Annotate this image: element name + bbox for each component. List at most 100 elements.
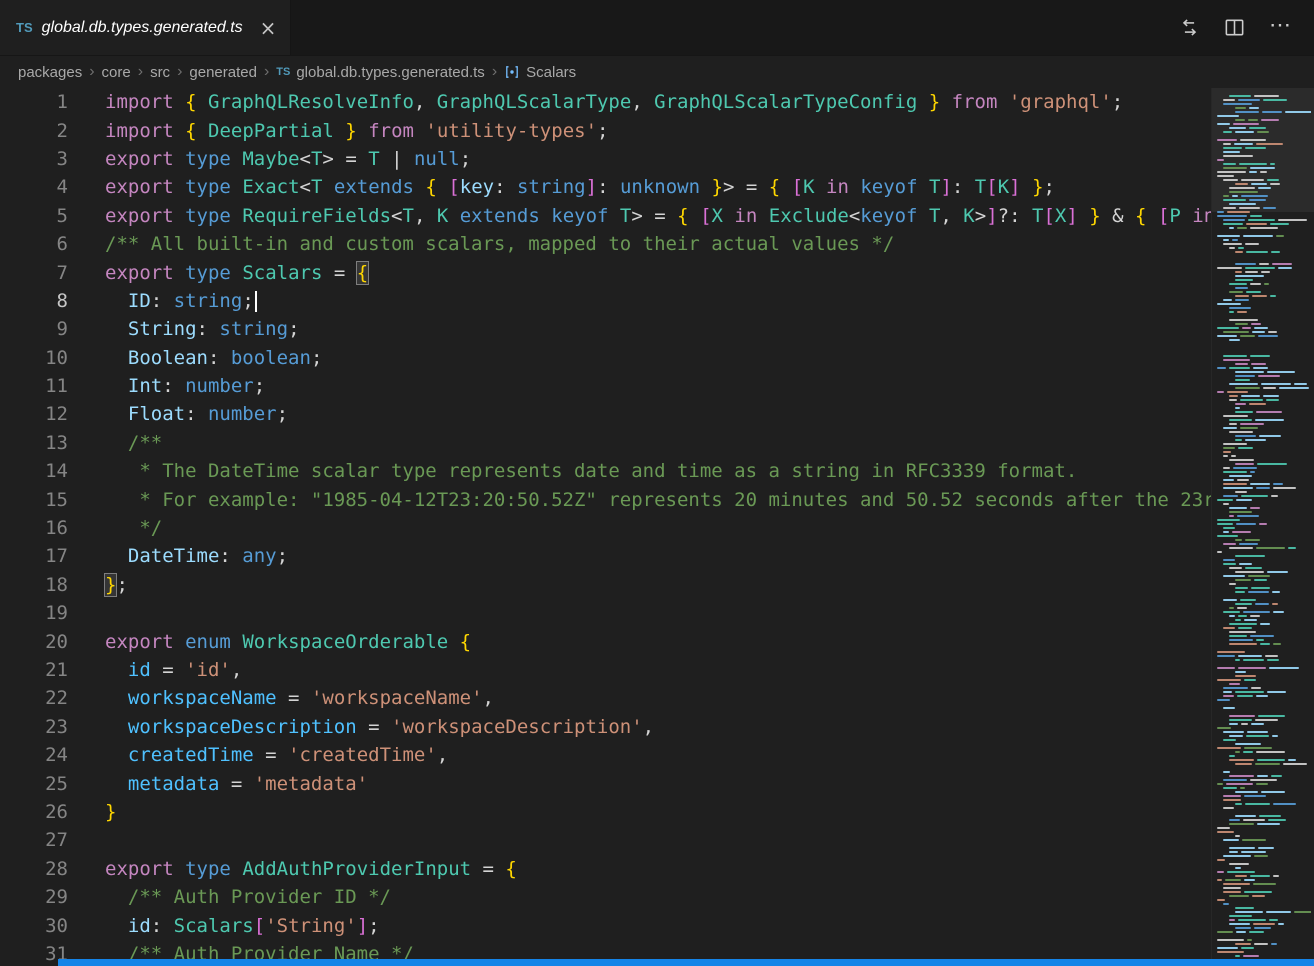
breadcrumb-file-label: global.db.types.generated.ts — [296, 64, 484, 81]
line-number[interactable]: 20 — [0, 631, 68, 653]
line-number[interactable]: 14 — [0, 460, 68, 482]
line-number[interactable]: 12 — [0, 403, 68, 425]
line-number[interactable]: 30 — [0, 915, 68, 937]
split-editor-icon[interactable] — [1224, 17, 1245, 38]
line-number[interactable]: 10 — [0, 347, 68, 369]
line-number[interactable]: 3 — [0, 148, 68, 170]
breadcrumb-symbol-label: Scalars — [526, 64, 576, 81]
tab-label: global.db.types.generated.ts — [42, 19, 243, 37]
code-text: * For example: "1985-04-12T23:20:50.52Z"… — [68, 489, 1211, 511]
breadcrumb-item-file[interactable]: TS global.db.types.generated.ts — [276, 64, 485, 81]
line-number[interactable]: 21 — [0, 659, 68, 681]
line-number[interactable]: 1 — [0, 91, 68, 113]
code-text: } — [68, 801, 116, 823]
code-line[interactable]: 6/** All built-in and custom scalars, ma… — [0, 230, 1211, 258]
code-text: metadata = 'metadata' — [68, 773, 368, 795]
code-line[interactable]: 13 /** — [0, 429, 1211, 457]
code-line[interactable]: 16 */ — [0, 514, 1211, 542]
minimap[interactable] — [1211, 88, 1314, 966]
code-line[interactable]: 25 metadata = 'metadata' — [0, 769, 1211, 797]
code-line[interactable]: 22 workspaceName = 'workspaceName', — [0, 684, 1211, 712]
line-number[interactable]: 15 — [0, 489, 68, 511]
open-changes-icon[interactable] — [1179, 17, 1200, 38]
code-line[interactable]: 30 id: Scalars['String']; — [0, 911, 1211, 939]
line-number[interactable]: 17 — [0, 545, 68, 567]
code-line[interactable]: 18}; — [0, 571, 1211, 599]
breadcrumb-item-src[interactable]: src — [150, 64, 170, 81]
breadcrumb-item-symbol-scalars[interactable]: Scalars — [504, 64, 576, 81]
code-text: Float: number; — [68, 403, 288, 425]
tab-global-db-types-generated[interactable]: TS global.db.types.generated.ts × — [0, 0, 291, 55]
code-line[interactable]: 20export enum WorkspaceOrderable { — [0, 627, 1211, 655]
code-line[interactable]: 29 /** Auth Provider ID */ — [0, 883, 1211, 911]
line-number[interactable]: 23 — [0, 716, 68, 738]
breadcrumb-separator: › — [138, 63, 143, 81]
code-line[interactable]: 1import { GraphQLResolveInfo, GraphQLSca… — [0, 88, 1211, 116]
code-text: * The DateTime scalar type represents da… — [68, 460, 1077, 482]
code-line[interactable]: 27 — [0, 826, 1211, 854]
code-line[interactable]: 10 Boolean: boolean; — [0, 344, 1211, 372]
code-text: */ — [68, 517, 162, 539]
code-text: workspaceName = 'workspaceName', — [68, 687, 494, 709]
code-text: DateTime: any; — [68, 545, 288, 567]
code-text: export type AddAuthProviderInput = { — [68, 858, 517, 880]
line-number[interactable]: 8 — [0, 290, 68, 312]
code-line[interactable]: 7export type Scalars = { — [0, 258, 1211, 286]
line-number[interactable]: 4 — [0, 176, 68, 198]
breadcrumb-separator: › — [89, 63, 94, 81]
code-line[interactable]: 19 — [0, 599, 1211, 627]
line-number[interactable]: 6 — [0, 233, 68, 255]
code-line[interactable]: 28export type AddAuthProviderInput = { — [0, 855, 1211, 883]
code-text: id: Scalars['String']; — [68, 915, 380, 937]
more-actions-icon[interactable]: ⋯ — [1269, 14, 1292, 42]
breadcrumb-item-core[interactable]: core — [102, 64, 131, 81]
line-number[interactable]: 18 — [0, 574, 68, 596]
editor-actions: ⋯ — [1179, 0, 1314, 55]
line-number[interactable]: 9 — [0, 318, 68, 340]
breadcrumb-item-generated[interactable]: generated — [189, 64, 257, 81]
code-line[interactable]: 2import { DeepPartial } from 'utility-ty… — [0, 116, 1211, 144]
code-line[interactable]: 4export type Exact<T extends { [key: str… — [0, 173, 1211, 201]
code-text: export type Exact<T extends { [key: stri… — [68, 176, 1055, 198]
code-text: }; — [68, 574, 128, 596]
status-bar — [58, 959, 1314, 966]
line-number[interactable]: 7 — [0, 262, 68, 284]
close-tab-icon[interactable]: × — [260, 18, 277, 38]
line-number[interactable]: 16 — [0, 517, 68, 539]
code-text: workspaceDescription = 'workspaceDescrip… — [68, 716, 654, 738]
line-number[interactable]: 13 — [0, 432, 68, 454]
line-number[interactable]: 29 — [0, 886, 68, 908]
code-line[interactable]: 3export type Maybe<T> = T | null; — [0, 145, 1211, 173]
code-line[interactable]: 14 * The DateTime scalar type represents… — [0, 457, 1211, 485]
code-text: ID: string; — [68, 290, 257, 312]
line-number[interactable]: 27 — [0, 829, 68, 851]
line-number[interactable]: 24 — [0, 744, 68, 766]
code-line[interactable]: 24 createdTime = 'createdTime', — [0, 741, 1211, 769]
code-line[interactable]: 15 * For example: "1985-04-12T23:20:50.5… — [0, 485, 1211, 513]
code-line[interactable]: 23 workspaceDescription = 'workspaceDesc… — [0, 713, 1211, 741]
line-number[interactable]: 5 — [0, 205, 68, 227]
line-number[interactable]: 28 — [0, 858, 68, 880]
code-line[interactable]: 11 Int: number; — [0, 372, 1211, 400]
code-line[interactable]: 26} — [0, 798, 1211, 826]
breadcrumb-separator: › — [492, 63, 497, 81]
line-number[interactable]: 26 — [0, 801, 68, 823]
line-number[interactable]: 25 — [0, 773, 68, 795]
code-text: createdTime = 'createdTime', — [68, 744, 448, 766]
line-number[interactable]: 2 — [0, 120, 68, 142]
code-line[interactable]: 12 Float: number; — [0, 400, 1211, 428]
code-line[interactable]: 8 ID: string; — [0, 287, 1211, 315]
code-line[interactable]: 9 String: string; — [0, 315, 1211, 343]
breadcrumb-separator: › — [264, 63, 269, 81]
line-number[interactable]: 19 — [0, 602, 68, 624]
code-text: export enum WorkspaceOrderable { — [68, 631, 471, 653]
code-text: import { DeepPartial } from 'utility-typ… — [68, 120, 608, 142]
code-line[interactable]: 21 id = 'id', — [0, 656, 1211, 684]
breadcrumb-item-packages[interactable]: packages — [18, 64, 82, 81]
code-line[interactable]: 17 DateTime: any; — [0, 542, 1211, 570]
line-number[interactable]: 11 — [0, 375, 68, 397]
code-text: Boolean: boolean; — [68, 347, 322, 369]
code-line[interactable]: 5export type RequireFields<T, K extends … — [0, 202, 1211, 230]
line-number[interactable]: 22 — [0, 687, 68, 709]
code-lines: 1import { GraphQLResolveInfo, GraphQLSca… — [0, 88, 1211, 966]
